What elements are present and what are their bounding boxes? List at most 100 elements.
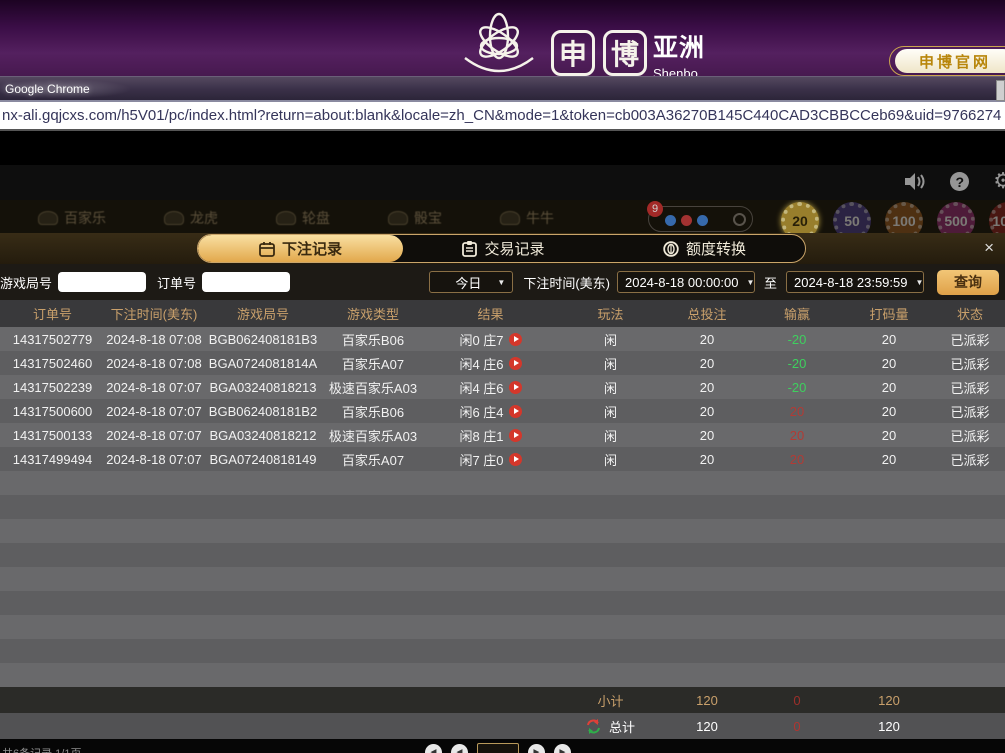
result-text: 闲7 庄0 (459, 450, 503, 469)
game-icon (164, 211, 184, 225)
cell: 极速百家乐A03 (323, 426, 423, 445)
cell: 20 (843, 356, 935, 371)
cell: 14317499494 (0, 452, 105, 467)
subtotal-row: 小计 120 0 120 (0, 687, 1005, 713)
cell: 闲 (558, 354, 663, 373)
nav-item-骰宝[interactable]: 骰宝 (388, 208, 442, 228)
column-header: 输赢 (751, 304, 843, 323)
scrollbar-button[interactable] (996, 80, 1005, 101)
cell: 14317500133 (0, 428, 105, 443)
total-label: 总计 (609, 717, 635, 736)
game-round-label: 游戏局号 (0, 273, 52, 292)
column-header: 总投注 (663, 304, 751, 323)
empty-row (0, 639, 1005, 663)
tab-交易记录[interactable]: 交易记录 (403, 235, 604, 262)
cell: 闲 (558, 426, 663, 445)
game-toolbar: ? ⚙ (0, 165, 1005, 200)
notice-badge: 9 (647, 201, 663, 217)
game-round-input[interactable] (58, 272, 146, 292)
cell: 20 (663, 356, 751, 371)
cell: 20 (843, 452, 935, 467)
play-replay-button[interactable] (509, 333, 522, 346)
order-no-label: 订单号 (157, 273, 196, 292)
empty-row (0, 519, 1005, 543)
close-icon[interactable]: × (984, 238, 994, 258)
table-header: 订单号下注时间(美东)游戏局号游戏类型结果玩法总投注输赢打码量状态 (0, 300, 1005, 327)
titlebar-glow (0, 79, 132, 99)
first-page-button[interactable]: ◄ (425, 744, 442, 753)
marker-dots (665, 215, 708, 226)
start-time-select[interactable]: 2024-8-18 00:00:00 ▼ (617, 271, 755, 293)
play-replay-button[interactable] (509, 381, 522, 394)
search-button[interactable]: 查询 (937, 270, 999, 295)
refresh-icon[interactable] (586, 719, 601, 734)
cell: 已派彩 (935, 426, 1005, 445)
cell: 20 (663, 380, 751, 395)
page-number-input[interactable] (477, 743, 519, 753)
last-page-button[interactable]: ► (554, 744, 571, 753)
winloss-value: 20 (751, 404, 843, 419)
empty-row (0, 615, 1005, 639)
cell: BGA0724081814A (203, 356, 323, 371)
column-header: 结果 (423, 304, 558, 323)
cell: 20 (843, 404, 935, 419)
to-label: 至 (764, 273, 777, 292)
url-text[interactable]: nx-ali.gqjcxs.com/h5V01/pc/index.html?re… (2, 107, 1001, 124)
end-time-select[interactable]: 2024-8-18 23:59:59 ▼ (786, 271, 924, 293)
order-no-input[interactable] (202, 272, 290, 292)
speaker-icon[interactable] (904, 172, 926, 191)
next-page-button[interactable]: ► (528, 744, 545, 753)
filter-bar: 游戏局号 订单号 今日 ▼ 下注时间(美东) 2024-8-18 00:00:0… (0, 264, 1005, 300)
app-root: 申 博 亚洲 Shenbo 申博官网 Google Chrome nx-ali.… (0, 0, 1005, 753)
nav-item-龙虎[interactable]: 龙虎 (164, 208, 218, 228)
bet-chip-500[interactable]: 500 (937, 202, 975, 233)
subtotal-label: 小计 (558, 691, 663, 710)
play-replay-button[interactable] (509, 357, 522, 370)
result-text: 闲6 庄4 (459, 402, 503, 421)
play-replay-button[interactable] (509, 429, 522, 442)
nav-item-百家乐[interactable]: 百家乐 (38, 208, 106, 228)
column-header: 游戏局号 (203, 304, 323, 323)
official-site-ring: 申博官网 (889, 46, 1005, 76)
cell: 20 (843, 428, 935, 443)
page-info: 共6条记录 1/1页 (2, 745, 81, 753)
address-bar[interactable]: nx-ali.gqjcxs.com/h5V01/pc/index.html?re… (0, 100, 1005, 131)
cell: 2024-8-18 07:07 (105, 380, 203, 395)
gear-icon[interactable]: ⚙ (993, 172, 1005, 191)
bet-time-label: 下注时间(美东) (523, 273, 610, 292)
tab-下注记录[interactable]: 下注记录 (198, 235, 403, 262)
cell: 百家乐B06 (323, 330, 423, 349)
subtotal-winloss: 0 (751, 693, 843, 708)
play-replay-button[interactable] (509, 405, 522, 418)
empty-row (0, 663, 1005, 687)
bet-chip-20[interactable]: 20 (781, 202, 819, 233)
date-range-select[interactable]: 今日 ▼ (429, 271, 513, 293)
column-header: 订单号 (0, 304, 105, 323)
result-text: 闲8 庄1 (459, 426, 503, 445)
winloss-value: -20 (751, 380, 843, 395)
bet-chip-50[interactable]: 50 (833, 202, 871, 233)
nav-item-轮盘[interactable]: 轮盘 (276, 208, 330, 228)
marker-ring (733, 213, 746, 226)
play-replay-button[interactable] (509, 453, 522, 466)
total-volume: 120 (843, 719, 935, 734)
cell: 已派彩 (935, 330, 1005, 349)
bet-chip-1000[interactable]: 1000 (989, 202, 1005, 233)
empty-row (0, 543, 1005, 567)
nav-item-牛牛[interactable]: 牛牛 (500, 208, 554, 228)
empty-row (0, 471, 1005, 495)
result-text: 闲0 庄7 (459, 330, 503, 349)
help-icon[interactable]: ? (950, 172, 969, 191)
cell: 2024-8-18 07:08 (105, 332, 203, 347)
modal-tab-strip: 下注记录交易记录额度转换 × (0, 233, 1005, 264)
logo-region-text: 亚洲 (653, 28, 705, 64)
cell: 20 (843, 380, 935, 395)
cell: 百家乐B06 (323, 402, 423, 421)
prev-page-button[interactable]: ◄ (451, 744, 468, 753)
bet-chip-100[interactable]: 100 (885, 202, 923, 233)
tab-额度转换[interactable]: 额度转换 (604, 235, 805, 262)
logo-region-block: 亚洲 Shenbo (653, 28, 705, 81)
coin-transfer-icon (663, 241, 679, 257)
official-site-button[interactable]: 申博官网 (895, 49, 1005, 73)
cell: 已派彩 (935, 378, 1005, 397)
